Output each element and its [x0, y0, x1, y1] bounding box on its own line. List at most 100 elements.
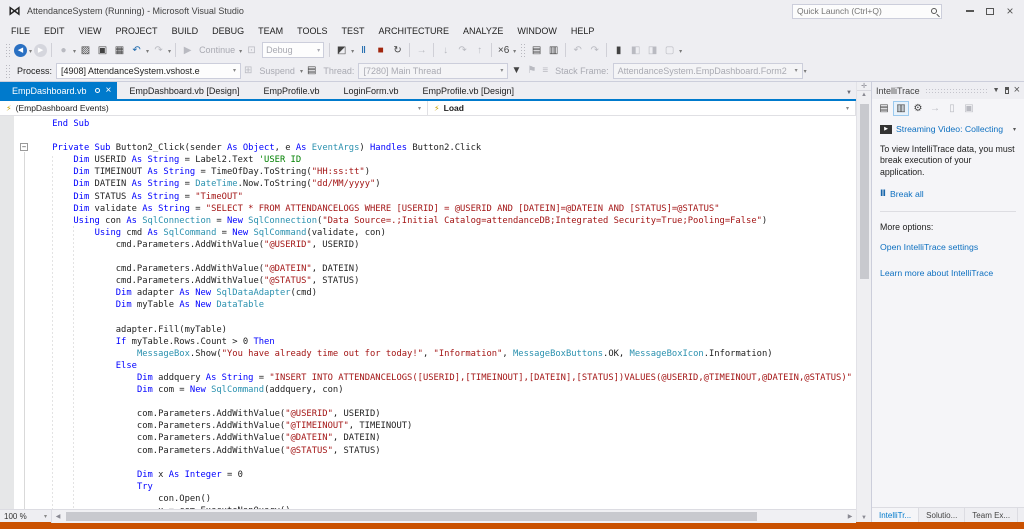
menu-debug[interactable]: DEBUG: [205, 24, 251, 38]
dropdown-arrow-icon[interactable]: ▾: [513, 46, 516, 55]
horizontal-scrollbar[interactable]: ◀ ▶: [52, 509, 856, 523]
dropdown-arrow-icon[interactable]: ▾: [351, 46, 354, 55]
tab-empdashboard-vb-design-[interactable]: EmpDashboard.vb [Design]: [117, 82, 251, 99]
side-tab-solutio[interactable]: Solutio...: [919, 508, 966, 522]
restart-icon[interactable]: ↻: [390, 42, 405, 58]
dropdown-arrow-icon[interactable]: ▾: [29, 46, 32, 55]
horizontal-scroll-thumb[interactable]: [66, 511, 758, 521]
scroll-left-icon[interactable]: ◀: [52, 510, 64, 523]
scroll-down-icon[interactable]: ▼: [857, 515, 871, 521]
thread-combo[interactable]: [7280] Main Thread ▾: [358, 62, 509, 79]
clear-bookmarks-icon[interactable]: ▢: [662, 42, 677, 58]
redo-icon[interactable]: ↷: [151, 42, 166, 58]
memory-window-icon[interactable]: ▤: [529, 42, 544, 58]
continue-icon[interactable]: ▶: [180, 42, 195, 58]
stack-frame-combo[interactable]: AttendanceSystem.EmpDashboard.Form2 ▾: [612, 62, 803, 79]
intellitrace-settings-link[interactable]: Open IntelliTrace settings: [880, 242, 1016, 252]
menu-build[interactable]: BUILD: [165, 24, 206, 38]
splitter-handle[interactable]: ✛: [857, 82, 871, 91]
events-view-icon[interactable]: ▤: [876, 101, 892, 116]
new-project-icon[interactable]: ●: [56, 42, 71, 58]
tab-loginform-vb[interactable]: LoginForm.vb: [331, 82, 410, 99]
menu-tools[interactable]: TOOLS: [290, 24, 334, 38]
pin-icon[interactable]: [94, 88, 100, 93]
panel-close-icon[interactable]: ×: [1014, 85, 1020, 96]
redo-close-icon[interactable]: ↷: [587, 42, 602, 58]
editor-zoom-combo[interactable]: 100 % ▾: [0, 509, 52, 523]
menu-architecture[interactable]: ARCHITECTURE: [371, 24, 456, 38]
dropdown-arrow-icon[interactable]: ▾: [168, 46, 171, 55]
scroll-up-icon[interactable]: ▲: [857, 92, 871, 98]
calls-view-icon[interactable]: ▥: [893, 101, 909, 116]
next-bookmark-icon[interactable]: ◨: [645, 42, 660, 58]
menu-view[interactable]: VIEW: [72, 24, 109, 38]
tab-empdashboard-vb[interactable]: EmpDashboard.vb ×: [0, 82, 118, 99]
hex-display-icon[interactable]: ×6: [496, 42, 511, 58]
menu-team[interactable]: TEAM: [251, 24, 290, 38]
toolbar-overflow-icon[interactable]: ▾: [804, 66, 807, 75]
maximize-button[interactable]: [980, 3, 1000, 19]
toolbar-grip[interactable]: [5, 43, 10, 57]
show-next-statement-icon[interactable]: →: [414, 42, 429, 58]
quick-launch-input[interactable]: [797, 6, 929, 16]
events-combo[interactable]: ⚡ Load ▾: [428, 101, 856, 115]
breakpoints-window-icon[interactable]: ⊡: [244, 42, 259, 58]
intellitrace-header[interactable]: IntelliTrace ▼ ×: [872, 82, 1024, 99]
toolbar-grip[interactable]: [520, 43, 526, 57]
solution-configurations-combo[interactable]: Debug ▾: [262, 42, 325, 58]
objects-combo[interactable]: ⚡ (EmpDashboard Events) ▾: [0, 101, 428, 115]
collapse-region-icon[interactable]: −: [20, 143, 28, 151]
breakpoint-gutter[interactable]: [0, 116, 14, 509]
step-over-icon[interactable]: ↷: [455, 42, 470, 58]
side-tab-intellitr[interactable]: IntelliTr...: [872, 508, 920, 522]
stop-debugging-icon[interactable]: ■: [373, 42, 388, 58]
filter-icon[interactable]: ▼: [511, 65, 521, 76]
menu-window[interactable]: WINDOW: [510, 24, 564, 38]
window-position-icon[interactable]: ▼: [993, 87, 1000, 94]
process-combo[interactable]: [4908] AttendanceSystem.vshost.e ▾: [56, 62, 242, 79]
vertical-scrollbar[interactable]: ✛ ▲ ▼: [856, 82, 871, 522]
step-out-icon[interactable]: ↑: [472, 42, 487, 58]
dropdown-arrow-icon[interactable]: ▾: [146, 46, 149, 55]
side-tab-teamex[interactable]: Team Ex...: [965, 508, 1019, 522]
close-icon[interactable]: ×: [106, 85, 112, 95]
search-icon[interactable]: [931, 8, 937, 14]
save-icon[interactable]: ▣: [95, 42, 110, 58]
pin-icon[interactable]: [1004, 87, 1009, 94]
dropdown-arrow-icon[interactable]: ▾: [679, 46, 682, 55]
dropdown-arrow-icon[interactable]: ▾: [73, 46, 76, 55]
learn-more-link[interactable]: Learn more about IntelliTrace: [880, 268, 1016, 278]
save-all-icon[interactable]: ▦: [112, 42, 127, 58]
vertical-scroll-thumb[interactable]: [860, 104, 869, 279]
diagnostic-tools-icon[interactable]: ◩: [334, 42, 349, 58]
suspend-button[interactable]: Suspend: [259, 66, 295, 76]
menu-project[interactable]: PROJECT: [109, 24, 165, 38]
close-button[interactable]: ×: [1000, 3, 1020, 19]
navigate-forward-icon[interactable]: ▶: [34, 43, 48, 57]
code-editor[interactable]: − End Sub Private Sub Button2_Click(send…: [0, 116, 856, 509]
toggle-bookmark-icon[interactable]: ▮: [611, 42, 626, 58]
open-log-icon[interactable]: ▯: [944, 101, 960, 116]
streaming-video-link[interactable]: Streaming Video: Collecting: [896, 124, 1013, 134]
step-into-icon[interactable]: ↓: [438, 42, 453, 58]
break-all-icon[interactable]: Ⅱ: [356, 42, 371, 58]
minimize-button[interactable]: [960, 3, 980, 19]
quick-launch-box[interactable]: [792, 3, 942, 19]
open-file-icon[interactable]: ▨: [78, 42, 93, 58]
goto-event-icon[interactable]: →: [927, 101, 943, 116]
watch-window-icon[interactable]: ▥: [546, 42, 561, 58]
flag-icon[interactable]: ⚑: [527, 65, 536, 76]
undo-icon[interactable]: ↶: [129, 42, 144, 58]
break-all-link[interactable]: Break all: [890, 189, 924, 199]
toolbar-grip[interactable]: [5, 63, 10, 78]
tab-overflow-icon[interactable]: ▼: [846, 90, 852, 96]
chevron-down-icon[interactable]: ▾: [1013, 126, 1016, 133]
undo-close-icon[interactable]: ↶: [570, 42, 585, 58]
prev-bookmark-icon[interactable]: ◧: [628, 42, 643, 58]
settings-gear-icon[interactable]: ⚙: [910, 101, 926, 116]
menu-file[interactable]: FILE: [4, 24, 37, 38]
dropdown-arrow-icon[interactable]: ▾: [300, 66, 303, 75]
continue-button[interactable]: Continue: [199, 45, 235, 55]
menu-edit[interactable]: EDIT: [37, 24, 72, 38]
navigate-back-icon[interactable]: ◀: [14, 43, 27, 57]
